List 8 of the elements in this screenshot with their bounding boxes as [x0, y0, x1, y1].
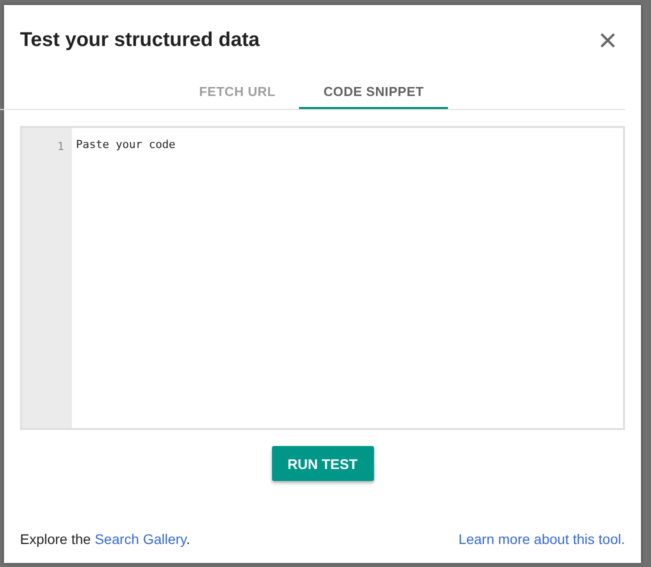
tab[interactable]: CODE SNIPPET	[299, 75, 448, 109]
footer-text: Explore the Search Gallery.	[20, 531, 190, 547]
search-gallery-link[interactable]: Search Gallery	[94, 531, 186, 547]
tab[interactable]: FETCH URL	[175, 75, 300, 109]
close-button[interactable]: ×	[594, 26, 621, 54]
dialog-title: Test your structured data	[20, 28, 260, 52]
learn-more-link[interactable]: Learn more about this tool.	[458, 531, 625, 547]
run-test-button[interactable]: RUN TEST	[272, 446, 374, 481]
